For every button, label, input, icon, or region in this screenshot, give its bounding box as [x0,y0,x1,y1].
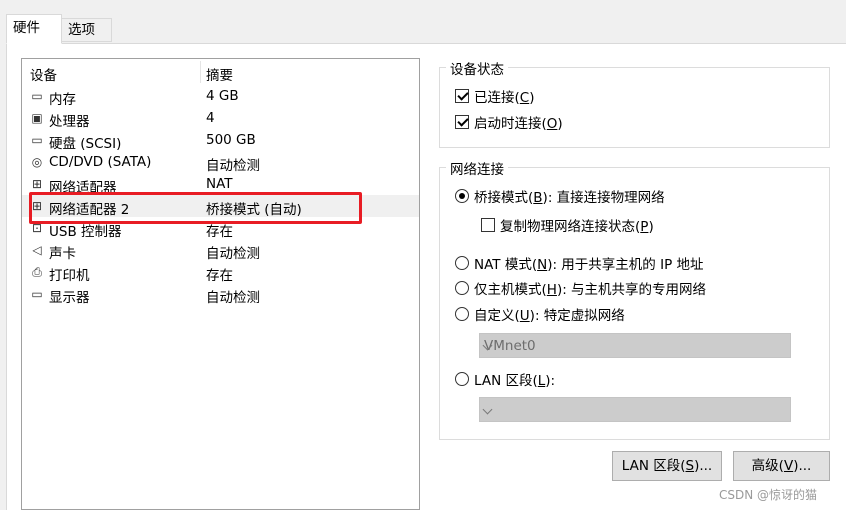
device-row-processor[interactable]: ▣ 处理器 4 [22,107,419,130]
chevron-down-icon [482,404,493,415]
device-summary: 4 [206,110,215,126]
lan-segment-select[interactable] [479,397,791,422]
checkbox-label: 启动时连接(O) [474,116,563,132]
watermark: CSDN @惊讶的猫 [719,488,818,502]
device-list-header: 设备 摘要 [22,59,419,85]
device-list[interactable]: 设备 摘要 ▭ 内存 4 GB ▣ 处理器 4 ▭ 硬盘 (SCSI) 500 … [21,58,420,510]
device-row-memory[interactable]: ▭ 内存 4 GB [22,85,419,108]
radio-label: 仅主机模式(H): 与主机共享的专用网络 [474,282,707,298]
device-row-cd-dvd[interactable]: ◎ CD/DVD (SATA) 自动检测 [22,151,419,174]
replicate-physical-state-checkbox[interactable]: 复制物理网络连接状态(P) [481,215,654,235]
cpu-icon: ▣ [31,111,43,125]
radio-dot[interactable] [455,281,469,295]
connect-on-start-checkbox[interactable]: 启动时连接(O) [455,112,563,132]
radio-label: LAN 区段(L): [474,373,556,389]
device-name: 内存 [49,92,76,108]
device-row-sound-card[interactable]: ◁ 声卡 自动检测 [22,239,419,262]
device-summary: 自动检测 [206,158,260,174]
lan-segments-button[interactable]: LAN 区段(S)... [612,451,722,481]
device-name: 处理器 [49,114,90,130]
column-header-device[interactable]: 设备 [30,64,57,84]
device-name: 硬盘 (SCSI) [49,136,122,152]
radio-dot[interactable] [455,189,469,203]
device-row-network-adapter[interactable]: ⊞ 网络适配器 NAT [22,173,419,196]
device-summary: 桥接模式 (自动) [206,202,302,218]
device-summary: 4 GB [206,88,239,104]
device-summary: 存在 [206,268,233,284]
device-summary: 500 GB [206,132,256,148]
host-only-mode-radio[interactable]: 仅主机模式(H): 与主机共享的专用网络 [455,278,706,298]
network-adapter-icon: ⊞ [31,177,43,191]
device-name: 显示器 [49,290,90,306]
radio-dot[interactable] [455,256,469,270]
checkbox-box[interactable] [455,115,469,129]
device-name: 声卡 [49,246,76,262]
monitor-icon: ▭ [31,287,43,301]
usb-icon: ⊡ [31,221,43,235]
group-title: 设备状态 [446,58,508,78]
cd-dvd-icon: ◎ [31,155,43,169]
device-summary: 存在 [206,224,233,240]
radio-label: NAT 模式(N): 用于共享主机的 IP 地址 [474,257,704,273]
radio-label: 桥接模式(B): 直接连接物理网络 [474,190,665,206]
connected-checkbox[interactable]: 已连接(C) [455,86,535,106]
custom-network-select[interactable]: VMnet0 [479,333,791,358]
tab-strip: 选项 硬件 [0,0,846,44]
speaker-icon: ◁ [32,243,42,257]
checkbox-box[interactable] [455,89,469,103]
device-summary: 自动检测 [206,246,260,262]
memory-icon: ▭ [31,89,43,103]
column-divider[interactable] [200,61,201,83]
device-name: 打印机 [49,268,90,284]
device-row-display[interactable]: ▭ 显示器 自动检测 [22,283,419,306]
device-row-printer[interactable]: ⎙ 打印机 存在 [22,261,419,284]
bridged-mode-radio[interactable]: 桥接模式(B): 直接连接物理网络 [455,186,665,206]
nat-mode-radio[interactable]: NAT 模式(N): 用于共享主机的 IP 地址 [455,253,704,273]
checkbox-label: 复制物理网络连接状态(P) [500,219,654,235]
radio-dot[interactable] [455,307,469,321]
checkbox-box[interactable] [481,218,495,232]
column-header-summary[interactable]: 摘要 [206,64,233,84]
lan-segment-radio[interactable]: LAN 区段(L): [455,369,555,389]
radio-dot[interactable] [455,372,469,386]
custom-network-radio[interactable]: 自定义(U): 特定虚拟网络 [455,304,625,324]
device-name: 网络适配器 [49,180,117,196]
printer-icon: ⎙ [32,265,42,279]
device-summary: NAT [206,176,233,192]
hard-disk-icon: ▭ [31,133,43,147]
tab-hardware[interactable]: 硬件 [6,14,62,44]
device-summary: 自动检测 [206,290,260,306]
device-name: 网络适配器 2 [49,202,130,218]
checkbox-label: 已连接(C) [474,90,535,106]
device-row-hard-disk[interactable]: ▭ 硬盘 (SCSI) 500 GB [22,129,419,152]
group-title: 网络连接 [446,158,508,178]
device-row-network-adapter-2[interactable]: ⊞ 网络适配器 2 桥接模式 (自动) [22,195,419,218]
advanced-button[interactable]: 高级(V)... [733,451,830,481]
device-name: CD/DVD (SATA) [49,154,152,170]
device-row-usb-controller[interactable]: ⊡ USB 控制器 存在 [22,217,419,240]
device-name: USB 控制器 [49,224,122,240]
tab-options[interactable]: 选项 [61,18,112,42]
radio-label: 自定义(U): 特定虚拟网络 [474,308,625,324]
device-status-group: 设备状态 [439,58,830,148]
network-adapter-icon: ⊞ [31,199,43,213]
